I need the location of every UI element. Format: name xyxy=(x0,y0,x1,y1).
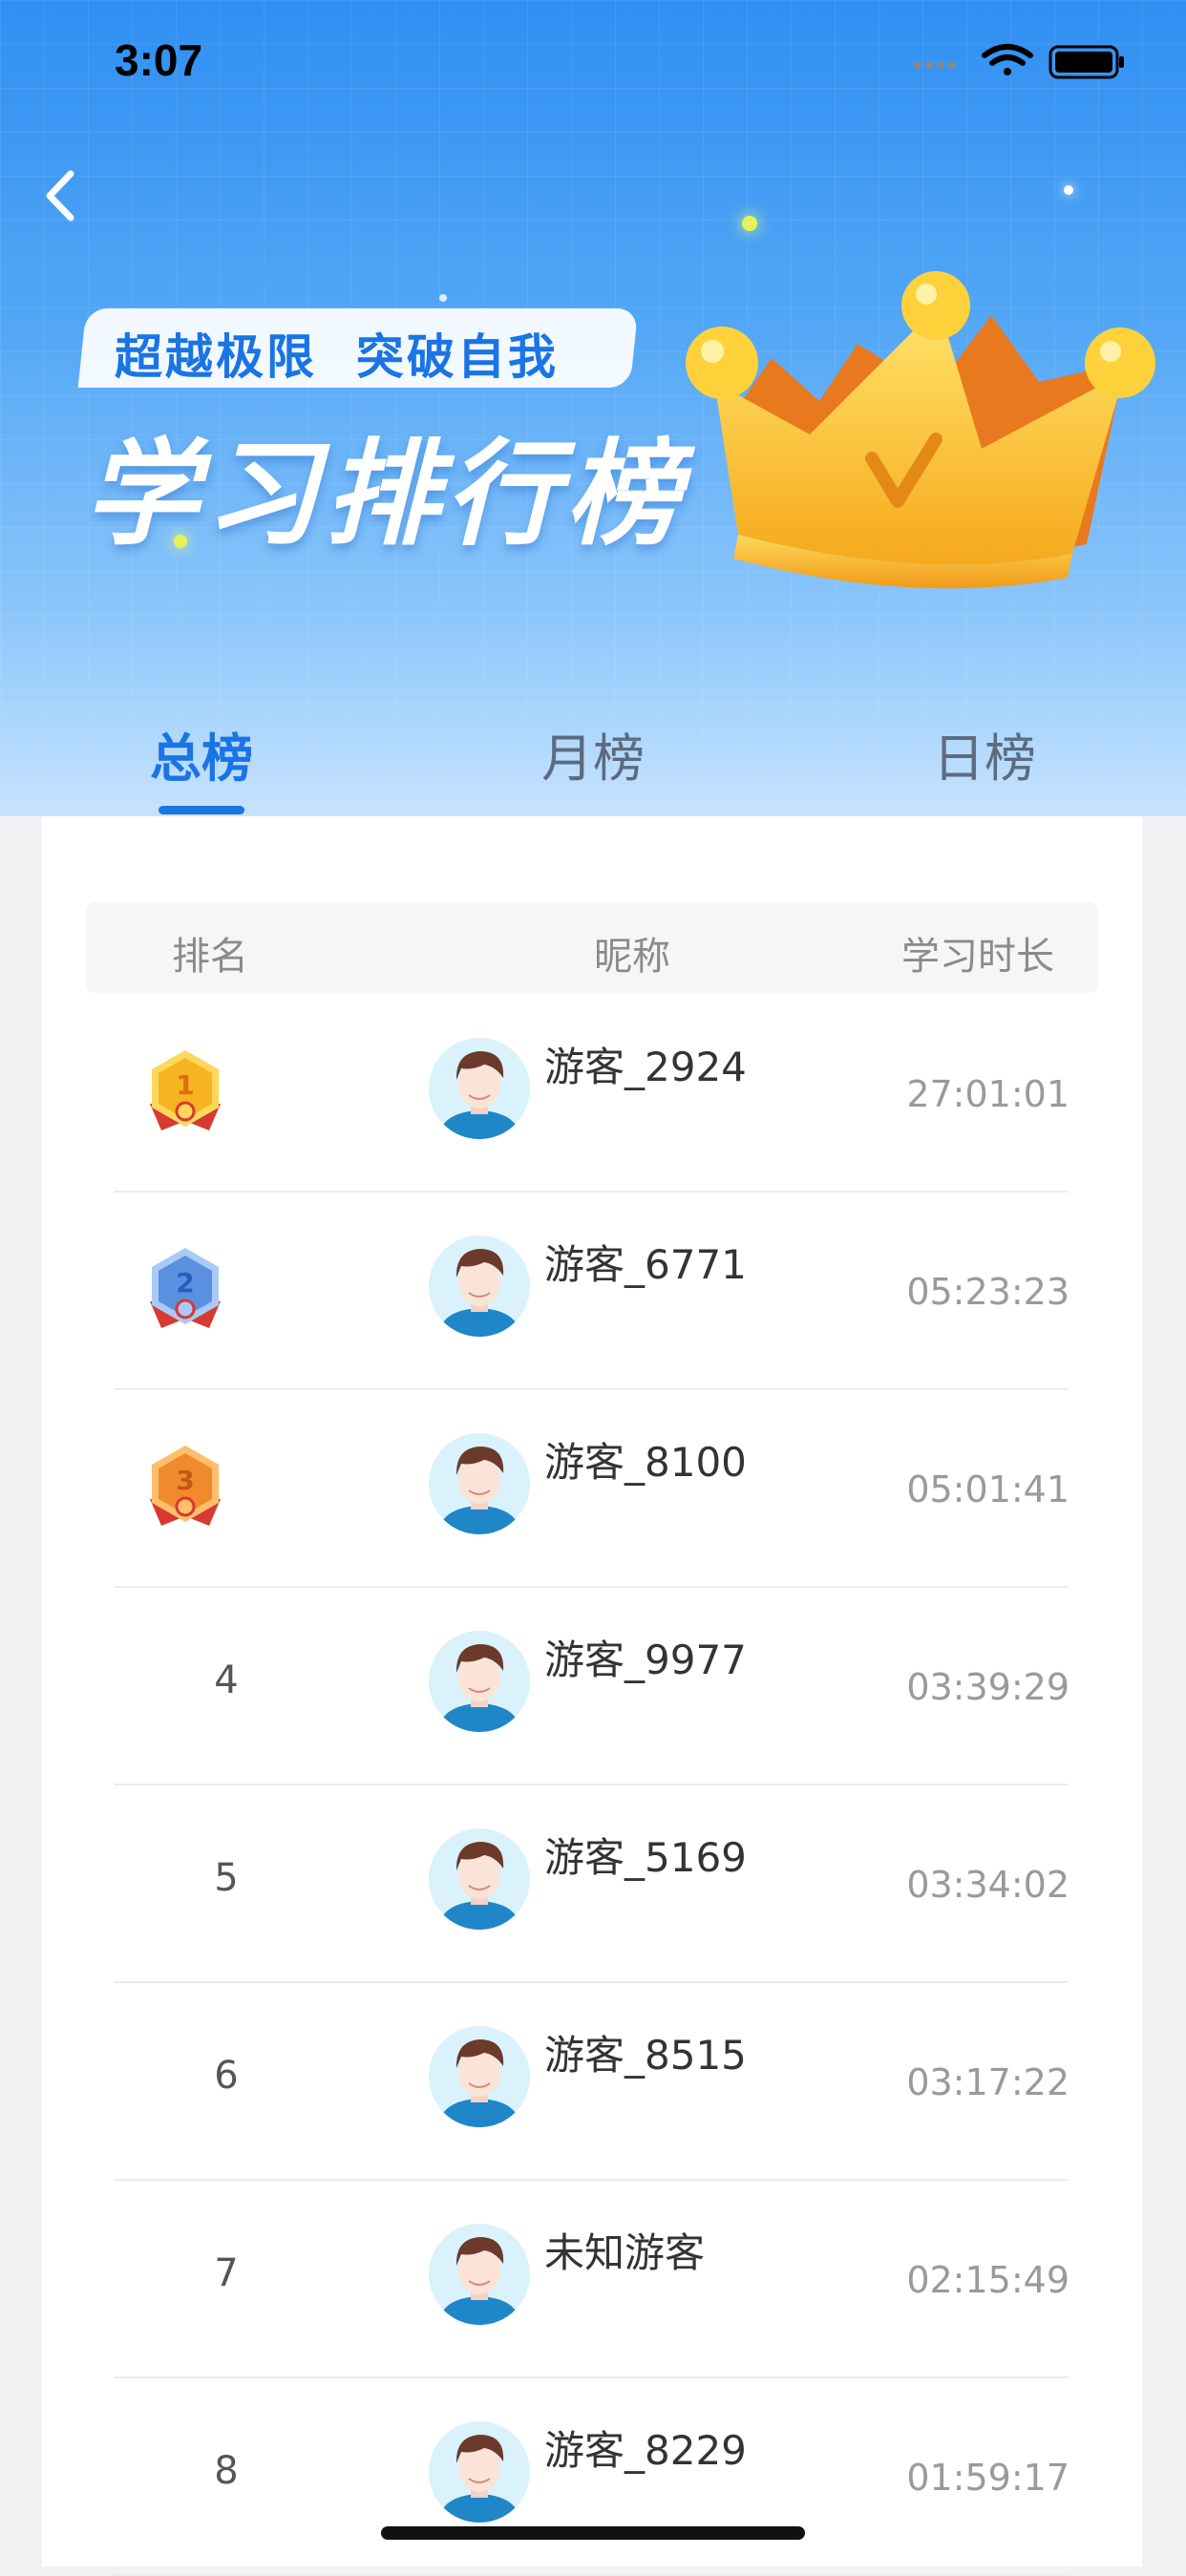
ranking-tabs: 总榜 月榜 日榜 xyxy=(0,697,1186,816)
avatar-icon xyxy=(429,1631,530,1732)
rank-number: 4 xyxy=(214,1658,239,1702)
battery-icon xyxy=(1048,45,1124,79)
rank-number: 5 xyxy=(214,1856,239,1900)
signal-icon xyxy=(914,61,956,69)
column-header-nickname: 昵称 xyxy=(594,935,670,979)
table-row[interactable]: 8 游客_8229 01:59:17 xyxy=(42,2378,1142,2576)
nickname: 游客_6771 xyxy=(544,1241,747,1288)
medal-icon: 3 xyxy=(150,1446,221,1526)
back-arrow-icon[interactable] xyxy=(34,162,92,229)
rank-number: 6 xyxy=(214,2054,239,2098)
nickname: 游客_9977 xyxy=(544,1636,747,1683)
slogan-text: 超越极限 突破自我 xyxy=(115,329,559,385)
tab-overall[interactable]: 总榜 xyxy=(150,716,253,792)
wifi-icon xyxy=(982,44,1033,75)
medal-icon: 1 xyxy=(150,1050,221,1130)
rank-number: 7 xyxy=(214,2251,239,2295)
status-icons xyxy=(914,44,1124,79)
table-row[interactable]: 4 游客_9977 03:39:29 xyxy=(42,1588,1142,1785)
nickname: 游客_8229 xyxy=(544,2427,747,2474)
header-banner: 3:07 超越极限 突破自我 学习排行榜 总榜 月榜 日榜 xyxy=(0,0,1186,816)
avatar-icon xyxy=(429,1038,530,1139)
nickname: 游客_2924 xyxy=(544,1044,747,1090)
avatar-icon xyxy=(429,2421,530,2523)
table-row[interactable]: 1 游客_2924 27:01:01 xyxy=(42,995,1142,1193)
nickname: 游客_8515 xyxy=(544,2032,747,2079)
study-duration: 03:17:22 xyxy=(906,2061,1070,2103)
study-duration: 02:15:49 xyxy=(906,2259,1070,2301)
avatar-icon xyxy=(429,1433,530,1534)
table-row[interactable]: 2 游客_6771 05:23:23 xyxy=(42,1193,1142,1390)
table-row[interactable]: 6 游客_8515 03:17:22 xyxy=(42,1983,1142,2181)
sparkle-dot xyxy=(439,294,447,302)
column-header-duration: 学习时长 xyxy=(901,935,1054,979)
table-row[interactable]: 7 未知游客 02:15:49 xyxy=(42,2181,1142,2378)
study-duration: 03:34:02 xyxy=(906,1864,1070,1906)
study-duration: 03:39:29 xyxy=(906,1666,1070,1708)
rank-number: 8 xyxy=(214,2449,239,2493)
medal-rank-number: 2 xyxy=(176,1267,194,1299)
nickname: 未知游客 xyxy=(544,2229,706,2276)
study-duration: 05:01:41 xyxy=(906,1468,1070,1510)
medal-rank-number: 3 xyxy=(176,1465,194,1496)
table-row[interactable]: 3 游客_8100 05:01:41 xyxy=(42,1390,1142,1588)
avatar-icon xyxy=(429,1235,530,1337)
crown-icon xyxy=(686,271,1155,589)
active-tab-indicator xyxy=(159,806,244,814)
sparkle-dot xyxy=(174,535,187,548)
study-duration: 27:01:01 xyxy=(906,1073,1070,1115)
column-header-rank: 排名 xyxy=(172,935,248,979)
medal-icon: 2 xyxy=(150,1248,221,1328)
study-duration: 05:23:23 xyxy=(906,1271,1070,1313)
medal-rank-number: 1 xyxy=(176,1069,194,1101)
sparkle-dot xyxy=(742,216,757,231)
home-indicator xyxy=(381,2526,805,2540)
avatar-icon xyxy=(429,1828,530,1930)
table-header: 排名 昵称 学习时长 xyxy=(86,902,1098,993)
avatar-icon xyxy=(429,2026,530,2127)
tab-daily[interactable]: 日榜 xyxy=(933,716,1036,792)
study-duration: 01:59:17 xyxy=(906,2457,1070,2499)
sparkle-dot xyxy=(1064,185,1073,195)
nickname: 游客_5169 xyxy=(544,1834,747,1881)
avatar-icon xyxy=(429,2224,530,2325)
table-row[interactable]: 5 游客_5169 03:34:02 xyxy=(42,1785,1142,1983)
leaderboard-card: 排名 昵称 学习时长 1 游客_2924 27:01:01 2 游客_6771 05:23… xyxy=(42,816,1142,2576)
tab-monthly[interactable]: 月榜 xyxy=(541,716,645,792)
nickname: 游客_8100 xyxy=(544,1439,747,1486)
status-time: 3:07 xyxy=(115,35,203,85)
